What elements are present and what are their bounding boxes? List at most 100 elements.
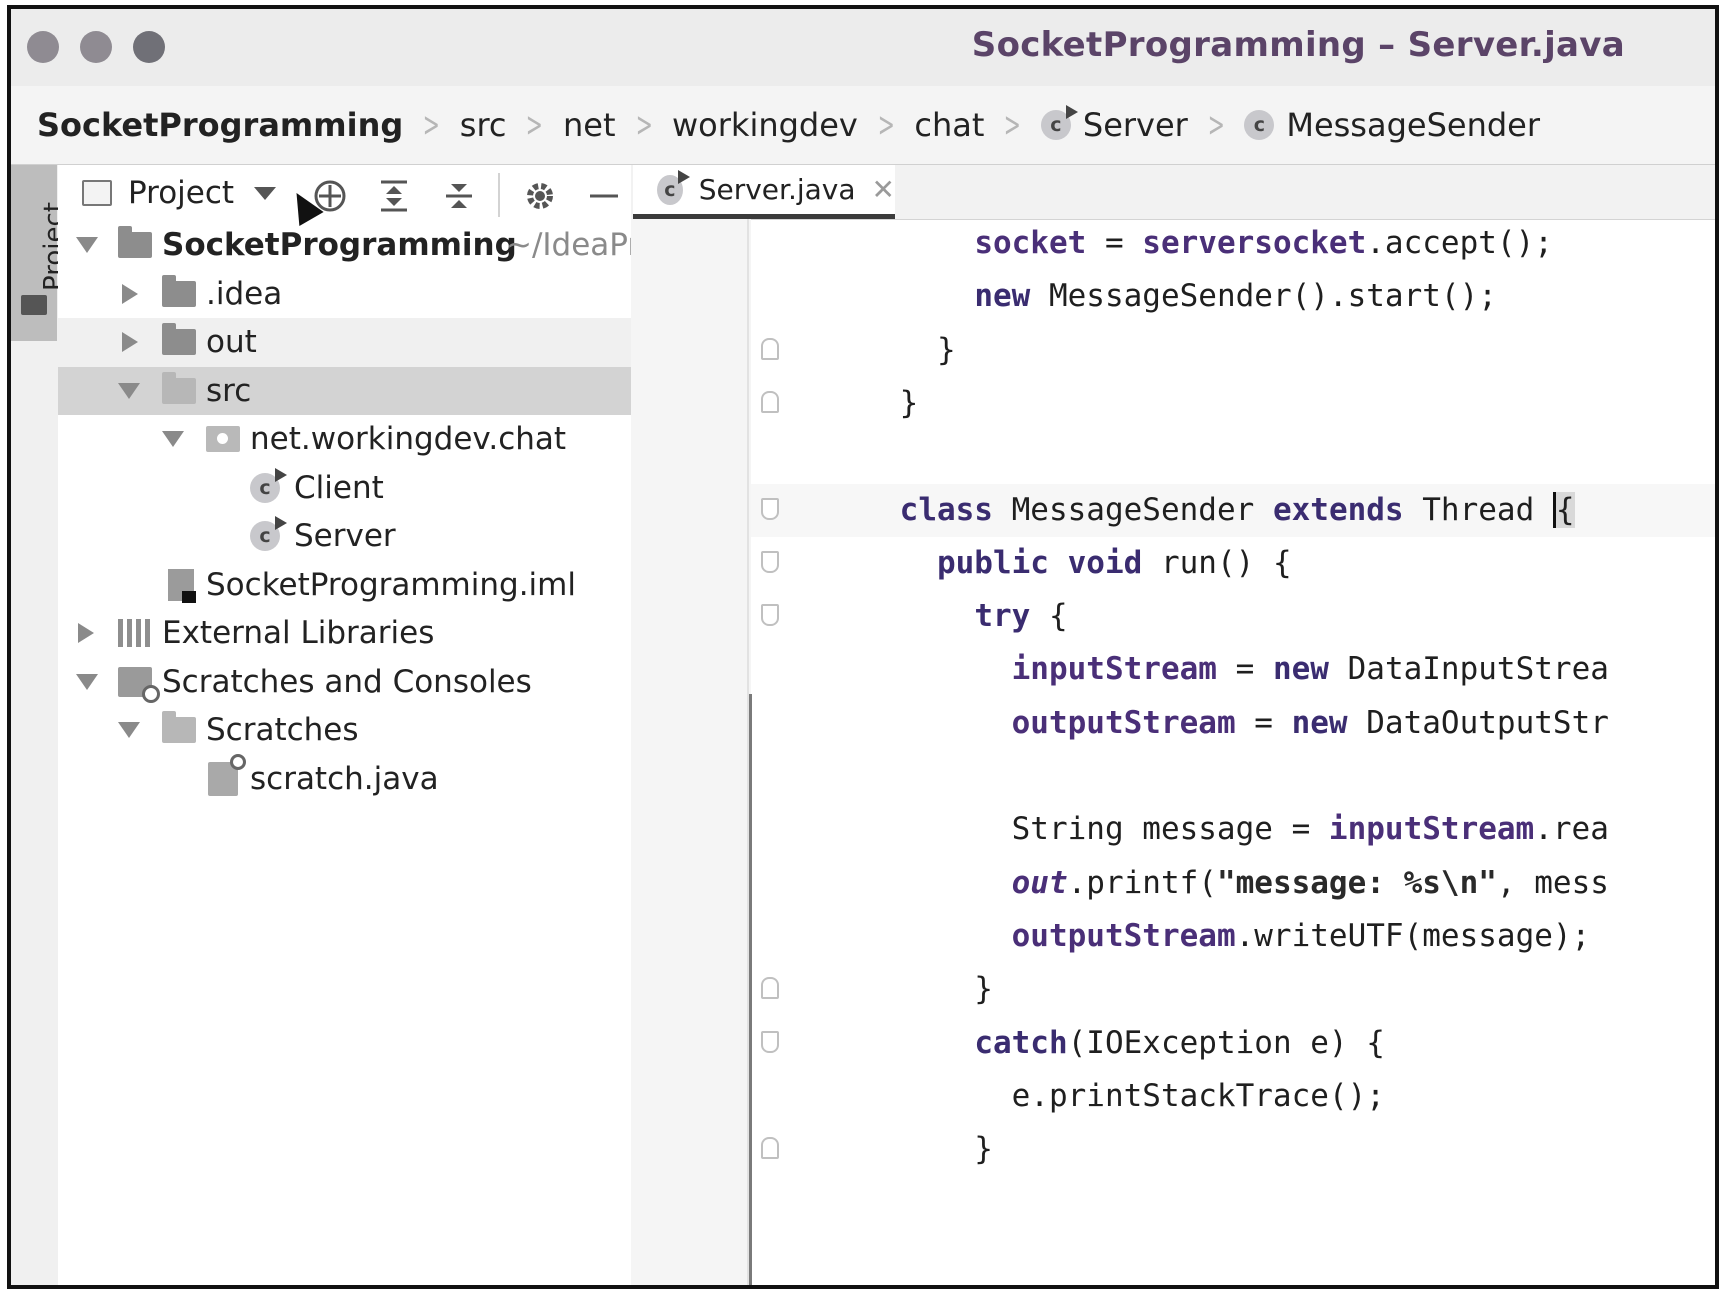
collapse-all-icon[interactable]	[443, 179, 475, 219]
code-token: .writeUTF(message);	[1235, 917, 1591, 954]
code-token: }	[825, 971, 993, 1008]
code-line[interactable]: 32 socket = serversocket.accept();	[751, 219, 1715, 270]
expand-arrow-icon[interactable]	[162, 431, 184, 448]
code-line[interactable]: 44 out.printf("message: %s\n", mess	[751, 857, 1715, 910]
code-token: DataInputStrea	[1328, 651, 1609, 688]
code-token: }	[825, 384, 919, 421]
fold-start-icon[interactable]	[761, 497, 779, 520]
tree-item-package[interactable]: net.workingdev.chat	[58, 415, 631, 464]
code-token: outputStream	[1011, 704, 1236, 741]
chevron-down-icon[interactable]	[254, 186, 277, 200]
tree-item-external-libraries[interactable]: External Libraries	[58, 609, 631, 658]
runnable-class-icon: c	[1040, 105, 1078, 140]
tree-item-iml[interactable]: SocketProgramming.iml	[58, 561, 631, 610]
code-token: serversocket	[1142, 225, 1367, 261]
code-line[interactable]: 49 }	[751, 1123, 1715, 1176]
code-line[interactable]: 33 new MessageSender().start();	[751, 270, 1715, 323]
tool-window-stripe: Project	[11, 165, 69, 1285]
close-icon[interactable]: ✕	[872, 173, 895, 206]
code-area[interactable]: 32 socket = serversocket.accept();33 new…	[751, 219, 1715, 1285]
breadcrumb-server[interactable]: c Server	[1040, 105, 1188, 144]
code-line[interactable]: 47 catch(IOException e) {	[751, 1017, 1715, 1070]
tree-item-out[interactable]: out	[58, 318, 631, 367]
code-line[interactable]: 34 }	[751, 324, 1715, 377]
tree-item-scratch-java[interactable]: scratch.java	[58, 753, 631, 804]
code-line[interactable]: 35 }	[751, 377, 1715, 430]
gear-icon[interactable]	[523, 179, 557, 219]
tree-item-src[interactable]: src	[58, 366, 631, 415]
tree-item-idea[interactable]: .idea	[58, 270, 631, 319]
code-token: new	[1291, 704, 1348, 741]
expand-arrow-icon[interactable]	[76, 237, 98, 254]
package-icon	[206, 426, 240, 453]
breadcrumb-chat[interactable]: chat	[914, 106, 984, 144]
runnable-class-icon: c	[250, 516, 287, 552]
code-line[interactable]: 38◉↑ public void run() {	[751, 537, 1715, 590]
hide-icon[interactable]	[588, 179, 620, 219]
code-token: public void	[936, 544, 1143, 581]
minimize-window-button[interactable]	[80, 31, 112, 63]
code-token: String message =	[825, 811, 1329, 848]
code-line[interactable]: 43 String message = inputStream.rea	[751, 803, 1715, 856]
collapsed-arrow-icon[interactable]	[78, 623, 94, 644]
collapsed-arrow-icon[interactable]	[122, 283, 138, 304]
project-view-selector[interactable]: Project	[128, 175, 234, 211]
code-line[interactable]: 46 }	[751, 963, 1715, 1016]
breadcrumb-src[interactable]: src	[460, 106, 507, 144]
fold-end-icon[interactable]	[761, 390, 779, 413]
code-line[interactable]: 40 inputStream = new DataInputStrea	[751, 643, 1715, 696]
code-line[interactable]: 45 outputStream.writeUTF(message);	[751, 910, 1715, 963]
code-line[interactable]: 36	[751, 430, 1715, 483]
breadcrumb-workingdev[interactable]: workingdev	[672, 106, 858, 144]
fold-end-icon[interactable]	[761, 1137, 779, 1160]
tree-item-scratches-consoles[interactable]: Scratches and Consoles	[58, 658, 631, 707]
library-icon	[118, 619, 154, 648]
fold-start-icon[interactable]	[761, 1030, 779, 1053]
tree-item-server[interactable]: c Server	[58, 512, 631, 561]
tree-item-client[interactable]: c Client	[58, 464, 631, 513]
fold-end-icon[interactable]	[761, 337, 779, 360]
code-token: new	[1272, 651, 1329, 688]
expand-arrow-icon[interactable]	[118, 382, 140, 399]
tree-client-label: Client	[294, 469, 384, 506]
code-token: out	[1011, 864, 1068, 901]
breadcrumb-messagesender[interactable]: c MessageSender	[1244, 106, 1540, 144]
code-line[interactable]: 37 class MessageSender extends Thread {	[751, 483, 1715, 537]
folder-icon	[162, 274, 196, 307]
code-line[interactable]: 48 e.printStackTrace();	[751, 1070, 1715, 1123]
tree-item-scratches[interactable]: Scratches	[58, 706, 631, 755]
zoom-window-button[interactable]	[133, 31, 165, 63]
tab-server-java[interactable]: c Server.java ✕	[633, 165, 895, 219]
fold-end-icon[interactable]	[761, 977, 779, 1000]
code-token: =	[1235, 704, 1292, 741]
code-token: .printf(	[1067, 864, 1217, 901]
code-line[interactable]: 39 try {	[751, 590, 1715, 643]
chevron-right-icon: >	[1004, 105, 1022, 145]
tree-item-root[interactable]: SocketProgramming ~/IdeaPr	[58, 221, 640, 270]
tree-scratches-consoles-label: Scratches and Consoles	[162, 663, 532, 700]
breadcrumb-project[interactable]: SocketProgramming	[37, 106, 403, 144]
tree-scratches-label: Scratches	[206, 712, 359, 749]
collapsed-arrow-icon[interactable]	[122, 332, 138, 353]
project-tool-window-tab[interactable]: Project	[11, 165, 69, 341]
code-text: outputStream.writeUTF(message);	[825, 910, 1591, 963]
breadcrumb-net[interactable]: net	[563, 106, 616, 144]
close-window-button[interactable]	[27, 31, 59, 63]
expand-all-icon[interactable]	[378, 179, 410, 219]
code-token: (IOException e) {	[1067, 1024, 1385, 1061]
fold-start-icon[interactable]	[761, 550, 779, 573]
code-text: public void run() {	[825, 537, 1292, 590]
code-line[interactable]: 42	[751, 750, 1715, 803]
expand-arrow-icon[interactable]	[118, 722, 140, 739]
code-editor: c Server.java ✕ 32 socket = serversocket…	[631, 165, 1715, 1285]
fold-start-icon[interactable]	[761, 604, 779, 627]
code-token: MessageSender().start();	[1030, 278, 1497, 315]
expand-arrow-icon[interactable]	[76, 673, 98, 690]
tree-root-path: ~/IdeaPr	[506, 227, 641, 264]
code-line[interactable]: 41 outputStream = new DataOutputStr	[751, 697, 1715, 750]
code-token: e.printStackTrace();	[825, 1077, 1385, 1114]
editor-gutter[interactable]	[631, 219, 751, 1285]
